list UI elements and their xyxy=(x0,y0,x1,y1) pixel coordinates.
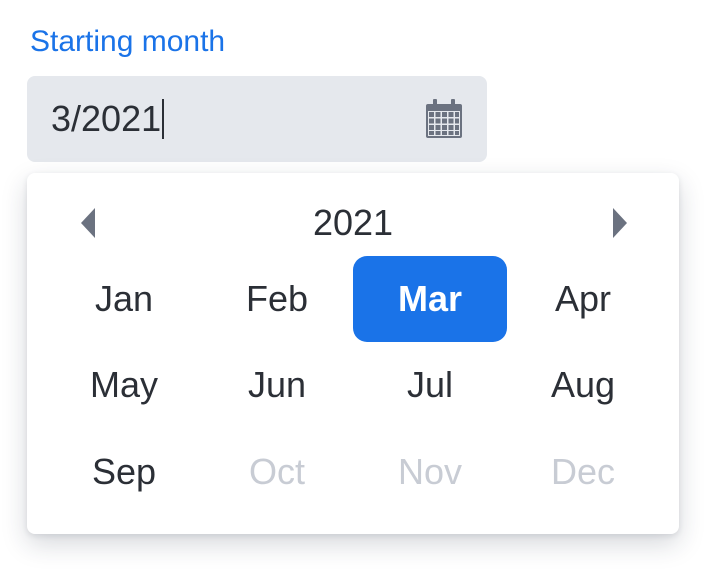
month-sep[interactable]: Sep xyxy=(47,429,201,515)
month-picker-widget: Starting month 3/2021 2021 Jan Feb Mar A… xyxy=(0,0,718,577)
text-caret xyxy=(162,99,165,139)
month-aug[interactable]: Aug xyxy=(506,342,660,428)
month-input-value-wrapper: 3/2021 xyxy=(51,98,165,140)
month-jan[interactable]: Jan xyxy=(47,256,201,342)
month-jul[interactable]: Jul xyxy=(353,342,507,428)
field-label: Starting month xyxy=(30,25,226,58)
calendar-icon[interactable] xyxy=(425,99,463,139)
month-mar[interactable]: Mar xyxy=(353,256,507,342)
caret-right-icon[interactable] xyxy=(609,206,629,240)
month-input[interactable]: 3/2021 xyxy=(27,76,487,162)
year-label: 2021 xyxy=(312,202,394,243)
month-may[interactable]: May xyxy=(47,342,201,428)
month-feb[interactable]: Feb xyxy=(200,256,354,342)
month-oct: Oct xyxy=(248,451,305,492)
month-apr[interactable]: Apr xyxy=(506,256,660,342)
month-dec: Dec xyxy=(550,451,616,492)
month-picker-popover: 2021 Jan Feb Mar Apr May Jun Jul Aug Sep… xyxy=(27,173,679,534)
month-input-value: 3/2021 xyxy=(51,98,162,139)
month-jun[interactable]: Jun xyxy=(200,342,354,428)
month-nov: Nov xyxy=(397,451,463,492)
